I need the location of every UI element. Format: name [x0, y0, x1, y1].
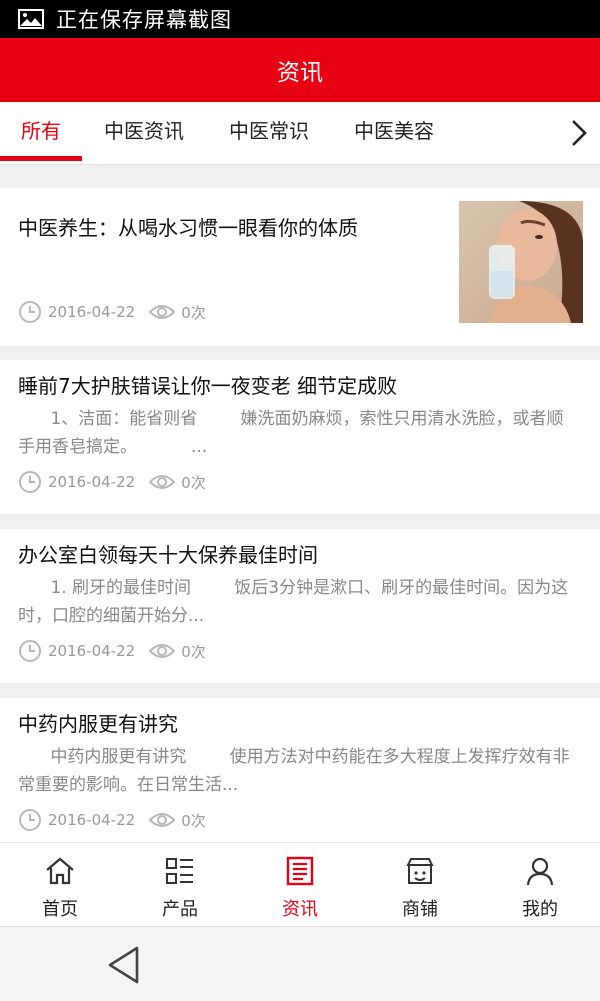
clock-icon	[19, 301, 41, 323]
system-nav-bar	[0, 926, 600, 1001]
eye-icon	[149, 813, 176, 827]
back-triangle-icon[interactable]	[106, 945, 142, 985]
article-title[interactable]: 中医养生：从喝水习惯一眼看你的体质	[18, 212, 358, 241]
article-title[interactable]: 睡前7大护肤错误让你一夜变老 细节定成败	[18, 370, 397, 399]
article-excerpt: 1. 刷牙的最佳时间 饭后3分钟是漱口、刷牙的最佳时间。因为这时，口腔的细菌开始…	[18, 578, 569, 626]
nav-home[interactable]: 首页	[0, 843, 120, 927]
article-views: 0次	[181, 642, 206, 661]
nav-mine[interactable]: 我的	[480, 843, 600, 927]
nav-home-label: 首页	[42, 899, 78, 920]
article-excerpt: 1、洁面：能省则省 嫌洗面奶麻烦，索性只用清水洗脸，或者顺手用香皂搞定。 ...	[18, 409, 564, 457]
nav-shop[interactable]: 商铺	[360, 843, 480, 927]
article-views: 0次	[181, 811, 206, 830]
status-text: 正在保存屏幕截图	[56, 8, 232, 32]
nav-news-label: 资讯	[282, 899, 318, 920]
article-date: 2016-04-22	[48, 473, 136, 491]
woman-drinking-water-image	[459, 201, 583, 323]
article-meta: 2016-04-22 0次	[18, 639, 206, 663]
article-meta: 2016-04-22 0次	[18, 300, 206, 324]
article-date: 2016-04-22	[48, 303, 136, 321]
article-meta: 2016-04-22 0次	[18, 470, 206, 494]
chevron-right-icon[interactable]	[566, 118, 590, 148]
home-icon	[46, 857, 74, 885]
tab-tcm-beauty[interactable]: 中医美容	[348, 102, 440, 162]
status-bar: 正在保存屏幕截图	[0, 0, 600, 38]
clock-icon	[19, 809, 41, 831]
article-excerpt: 中药内服更有讲究 使用方法对中药能在多大程度上发挥疗效有非常重要的影响。在日常生…	[18, 747, 570, 795]
list-icon	[166, 858, 193, 884]
nav-news[interactable]: 资讯	[240, 843, 360, 927]
nav-mine-label: 我的	[522, 899, 558, 920]
eye-icon	[149, 475, 176, 489]
clock-icon	[19, 471, 41, 493]
clock-icon	[19, 640, 41, 662]
article-date: 2016-04-22	[48, 811, 136, 829]
tab-all[interactable]: 所有	[0, 102, 82, 162]
article-card[interactable]: 睡前7大护肤错误让你一夜变老 细节定成败 1、洁面：能省则省 嫌洗面奶麻烦，索性…	[0, 360, 600, 514]
article-date: 2016-04-22	[48, 642, 136, 660]
nav-products-label: 产品	[162, 899, 198, 920]
page-header: 资讯	[0, 38, 600, 102]
news-icon	[286, 856, 314, 886]
article-title[interactable]: 中药内服更有讲究	[18, 708, 178, 737]
shop-icon	[406, 858, 434, 884]
article-card[interactable]: 办公室白领每天十大保养最佳时间 1. 刷牙的最佳时间 饭后3分钟是漱口、刷牙的最…	[0, 529, 600, 683]
user-icon	[526, 857, 554, 886]
article-card[interactable]: 中药内服更有讲究 中药内服更有讲究 使用方法对中药能在多大程度上发挥疗效有非常重…	[0, 698, 600, 842]
page-title: 资讯	[277, 60, 323, 86]
bottom-nav: 首页 产品 资讯 商铺 我的	[0, 842, 600, 927]
tab-tcm-knowledge[interactable]: 中医常识	[223, 102, 315, 162]
eye-icon	[149, 644, 176, 658]
nav-shop-label: 商铺	[402, 899, 438, 920]
article-views: 0次	[181, 303, 206, 322]
image-icon	[18, 9, 44, 29]
article-views: 0次	[181, 473, 206, 492]
article-meta: 2016-04-22 0次	[18, 808, 206, 832]
nav-products[interactable]: 产品	[120, 843, 240, 927]
article-title[interactable]: 办公室白领每天十大保养最佳时间	[18, 539, 318, 568]
tab-tcm-news[interactable]: 中医资讯	[98, 102, 190, 162]
active-tab-indicator	[0, 156, 82, 161]
eye-icon	[149, 305, 176, 319]
category-tabs: 所有 中医资讯 中医常识 中医美容	[0, 102, 600, 165]
article-thumbnail[interactable]	[459, 201, 583, 323]
